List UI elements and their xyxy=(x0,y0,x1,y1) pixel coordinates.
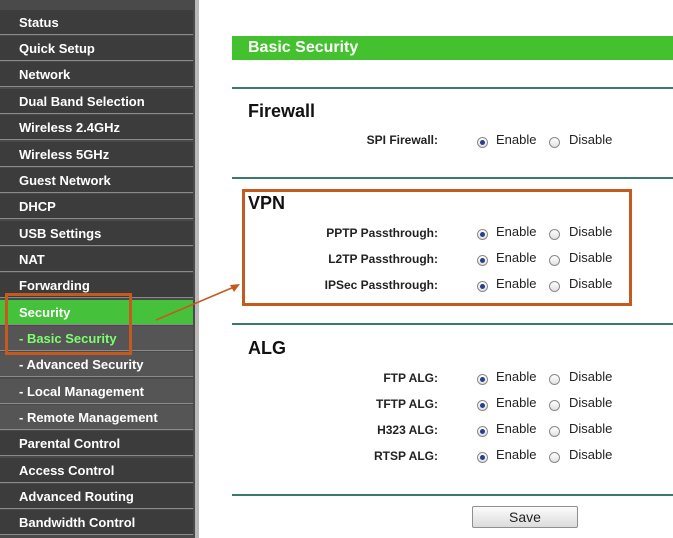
rtsp-alg-label: RTSP ALG: xyxy=(373,449,438,463)
rtsp-alg-disable-radio[interactable] xyxy=(549,452,560,463)
ftp-alg-disable-radio[interactable] xyxy=(549,374,560,385)
alg-section-title: ALG xyxy=(248,338,286,358)
sidebar-item-remote-management[interactable]: - Remote Management xyxy=(0,405,193,430)
disable-option-label: Disable xyxy=(569,369,613,384)
disable-option-label: Disable xyxy=(569,395,613,410)
disable-option-label: Disable xyxy=(569,224,613,239)
firewall-section-title: Firewall xyxy=(248,101,316,121)
sidebar-item-quick-setup[interactable]: Quick Setup xyxy=(0,36,193,61)
sidebar-item-nat[interactable]: NAT xyxy=(0,247,193,272)
vpn-section-title: VPN xyxy=(248,193,286,213)
sidebar-item-local-management[interactable]: - Local Management xyxy=(0,379,193,404)
sidebar-item-bandwidth-control[interactable]: Bandwidth Control xyxy=(0,510,193,535)
sidebar-item-wireless-24[interactable]: Wireless 2.4GHz xyxy=(0,115,193,140)
enable-option-label: Enable xyxy=(496,421,537,436)
enable-option-label: Enable xyxy=(496,395,537,410)
enable-option-label: Enable xyxy=(496,250,537,265)
sidebar-item-advanced-routing[interactable]: Advanced Routing xyxy=(0,484,193,509)
divider xyxy=(232,87,673,89)
ftp-alg-label: FTP ALG: xyxy=(383,371,438,385)
sidebar-item-dhcp[interactable]: DHCP xyxy=(0,194,193,219)
divider xyxy=(232,177,673,179)
tftp-alg-enable-radio[interactable] xyxy=(477,400,488,411)
disable-option-label: Disable xyxy=(569,447,613,462)
ftp-alg-enable-radio[interactable] xyxy=(477,374,488,385)
ipsec-disable-radio[interactable] xyxy=(549,281,560,292)
l2tp-passthrough-label: L2TP Passthrough: xyxy=(328,252,438,266)
sidebar-item-usb-settings[interactable]: USB Settings xyxy=(0,221,193,246)
sidebar-item-access-control[interactable]: Access Control xyxy=(0,458,193,483)
divider xyxy=(232,323,673,325)
tftp-alg-label: TFTP ALG: xyxy=(376,397,438,411)
sidebar-item-network[interactable]: Network xyxy=(0,62,193,87)
sidebar-item-status[interactable]: Status xyxy=(0,10,193,35)
enable-option-label: Enable xyxy=(496,369,537,384)
disable-option-label: Disable xyxy=(569,421,613,436)
spi-firewall-label: SPI Firewall: xyxy=(366,133,438,147)
pptp-passthrough-label: PPTP Passthrough: xyxy=(326,226,438,240)
sidebar-item-advanced-security[interactable]: - Advanced Security xyxy=(0,352,193,377)
h323-alg-disable-radio[interactable] xyxy=(549,426,560,437)
spi-firewall-disable-radio[interactable] xyxy=(549,137,560,148)
pptp-enable-radio[interactable] xyxy=(477,229,488,240)
sidebar-item-parental-control[interactable]: Parental Control xyxy=(0,431,193,456)
ipsec-enable-radio[interactable] xyxy=(477,281,488,292)
enable-option-label: Enable xyxy=(496,132,537,147)
enable-option-label: Enable xyxy=(496,276,537,291)
l2tp-enable-radio[interactable] xyxy=(477,255,488,266)
disable-option-label: Disable xyxy=(569,250,613,265)
page-title: Basic Security xyxy=(232,36,673,60)
sidebar-nav: Status Quick Setup Network Dual Band Sel… xyxy=(0,0,195,538)
sidebar-item-dual-band[interactable]: Dual Band Selection xyxy=(0,89,193,114)
tftp-alg-disable-radio[interactable] xyxy=(549,400,560,411)
disable-option-label: Disable xyxy=(569,276,613,291)
sidebar-item-wireless-5[interactable]: Wireless 5GHz xyxy=(0,142,193,167)
h323-alg-enable-radio[interactable] xyxy=(477,426,488,437)
disable-option-label: Disable xyxy=(569,132,613,147)
spi-firewall-enable-radio[interactable] xyxy=(477,137,488,148)
sidebar-item-guest-network[interactable]: Guest Network xyxy=(0,168,193,193)
security-highlight-box xyxy=(5,293,132,355)
enable-option-label: Enable xyxy=(496,224,537,239)
rtsp-alg-enable-radio[interactable] xyxy=(477,452,488,463)
save-button[interactable]: Save xyxy=(472,506,578,528)
ipsec-passthrough-label: IPSec Passthrough: xyxy=(324,278,438,292)
enable-option-label: Enable xyxy=(496,447,537,462)
l2tp-disable-radio[interactable] xyxy=(549,255,560,266)
pptp-disable-radio[interactable] xyxy=(549,229,560,240)
h323-alg-label: H323 ALG: xyxy=(377,423,438,437)
divider xyxy=(232,494,673,496)
